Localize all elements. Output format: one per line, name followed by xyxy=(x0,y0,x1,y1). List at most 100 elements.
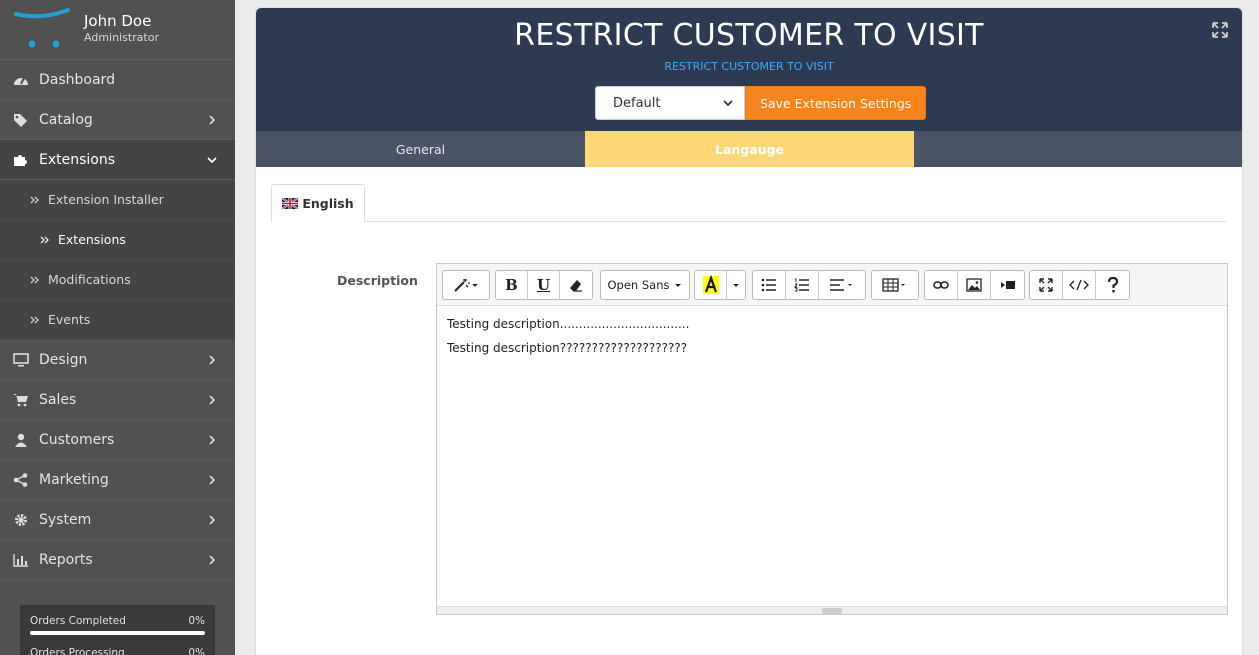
chevron-right-icon xyxy=(209,395,216,405)
menu-label: Reports xyxy=(39,551,93,568)
menu-item-catalog[interactable]: Catalog xyxy=(0,100,235,140)
menu-item-extensions[interactable]: Extensions xyxy=(0,140,235,180)
font-name-value: Open Sans xyxy=(607,278,670,292)
store-select-value: Default xyxy=(613,95,661,111)
text-color-icon xyxy=(702,275,719,294)
table-icon xyxy=(882,278,905,292)
magic-wand-icon xyxy=(454,279,478,292)
description-editor[interactable]: B U Open Sans Testing description.......… xyxy=(436,263,1228,615)
question-icon xyxy=(1107,277,1118,293)
submenu-item-extensions[interactable]: Extensions xyxy=(0,220,235,260)
menu-label: Sales xyxy=(39,391,77,408)
editor-line: Testing description???????????????????? xyxy=(447,341,688,355)
image-icon xyxy=(966,278,982,292)
tags-icon xyxy=(12,112,30,128)
editor-content[interactable]: Testing description.....................… xyxy=(437,306,1227,376)
caret-down-icon xyxy=(733,284,739,287)
chevron-down-icon xyxy=(723,100,733,107)
language-tabs: English xyxy=(271,184,1226,223)
extension-panel: RESTRICT CUSTOMER TO VISIT RESTRICT CUST… xyxy=(255,7,1243,655)
submenu-label: Extension Installer xyxy=(48,192,164,207)
stat-row: Orders Completed 0% xyxy=(30,615,205,627)
menu-label: Marketing xyxy=(39,471,109,488)
double-chevron-icon xyxy=(40,236,49,243)
fullscreen-button[interactable] xyxy=(1030,271,1063,299)
menu-item-system[interactable]: System xyxy=(0,500,235,540)
tab-general[interactable]: General xyxy=(256,131,585,167)
color-dropdown[interactable] xyxy=(727,271,745,299)
uk-flag-icon xyxy=(282,198,299,209)
paragraph-align-button[interactable] xyxy=(819,271,865,299)
table-button[interactable] xyxy=(872,271,918,299)
chevron-down-icon xyxy=(207,157,217,164)
puzzle-icon xyxy=(12,152,30,168)
store-select[interactable]: Default xyxy=(595,86,745,120)
double-chevron-icon xyxy=(30,276,39,283)
menu-item-sales[interactable]: Sales xyxy=(0,380,235,420)
fullscreen-icon[interactable] xyxy=(1212,22,1228,38)
editor-toolbar: B U Open Sans xyxy=(437,264,1227,306)
list-ol-icon xyxy=(794,278,809,292)
panel-header: RESTRICT CUSTOMER TO VISIT RESTRICT CUST… xyxy=(256,8,1242,131)
font-name-dropdown[interactable]: Open Sans xyxy=(601,271,689,299)
stat-value: 0% xyxy=(188,647,205,655)
table-group xyxy=(871,270,919,300)
panel-title: RESTRICT CUSTOMER TO VISIT xyxy=(514,18,984,53)
menu-label: Customers xyxy=(39,431,115,448)
style-group xyxy=(442,270,490,300)
video-button[interactable] xyxy=(991,271,1024,299)
menu-item-dashboard[interactable]: Dashboard xyxy=(0,60,235,100)
profile[interactable]: John Doe Administrator xyxy=(0,0,235,60)
bold-button[interactable]: B xyxy=(496,271,528,299)
header-controls: Default Save Extension Settings xyxy=(595,86,927,120)
chevron-right-icon xyxy=(209,355,216,365)
save-extension-settings-button[interactable]: Save Extension Settings xyxy=(745,86,927,120)
chevron-right-icon xyxy=(209,475,216,485)
link-button[interactable] xyxy=(925,271,958,299)
cog-icon xyxy=(12,512,30,528)
stat-label: Orders Processing xyxy=(30,647,125,655)
view-group xyxy=(1029,270,1130,300)
double-chevron-icon xyxy=(30,316,39,323)
help-button[interactable] xyxy=(1096,271,1129,299)
dashboard-icon xyxy=(12,72,30,88)
resize-grip-icon xyxy=(822,608,842,613)
menu-item-reports[interactable]: Reports xyxy=(0,540,235,580)
menu-label: System xyxy=(39,511,92,528)
underline-button[interactable]: U xyxy=(528,271,560,299)
tab-language[interactable]: Langauge xyxy=(585,131,914,167)
menu-label: Dashboard xyxy=(39,71,115,88)
unordered-list-button[interactable] xyxy=(753,271,786,299)
font-name-group: Open Sans xyxy=(600,270,690,300)
menu-item-marketing[interactable]: Marketing xyxy=(0,460,235,500)
double-chevron-icon xyxy=(30,196,39,203)
color-group xyxy=(694,270,746,300)
paragraph-group xyxy=(752,270,866,300)
align-left-icon xyxy=(830,279,852,291)
chevron-right-icon xyxy=(209,435,216,445)
code-icon xyxy=(1069,279,1089,291)
submenu-item-events[interactable]: Events xyxy=(0,300,235,340)
expand-icon xyxy=(1039,278,1053,292)
cart-icon xyxy=(12,392,30,408)
stat-label: Orders Completed xyxy=(30,615,126,627)
tab-english[interactable]: English xyxy=(271,184,365,223)
clear-format-button[interactable] xyxy=(560,271,592,299)
picture-button[interactable] xyxy=(958,271,991,299)
menu-item-design[interactable]: Design xyxy=(0,340,235,380)
order-stats: Orders Completed 0% Orders Processing 0% xyxy=(20,605,215,655)
menu-item-customers[interactable]: Customers xyxy=(0,420,235,460)
submenu-item-modifications[interactable]: Modifications xyxy=(0,260,235,300)
submenu-item-extension-installer[interactable]: Extension Installer xyxy=(0,180,235,220)
color-button[interactable] xyxy=(695,271,727,299)
editor-resize-handle[interactable] xyxy=(437,606,1227,614)
caret-down-icon xyxy=(674,284,681,287)
monitor-icon xyxy=(12,352,30,368)
opencart-logo-icon xyxy=(14,8,70,48)
chevron-right-icon xyxy=(209,515,216,525)
style-button[interactable] xyxy=(443,271,489,299)
font-style-group: B U xyxy=(495,270,593,300)
codeview-button[interactable] xyxy=(1063,271,1096,299)
description-label: Description xyxy=(337,273,418,288)
ordered-list-button[interactable] xyxy=(786,271,819,299)
